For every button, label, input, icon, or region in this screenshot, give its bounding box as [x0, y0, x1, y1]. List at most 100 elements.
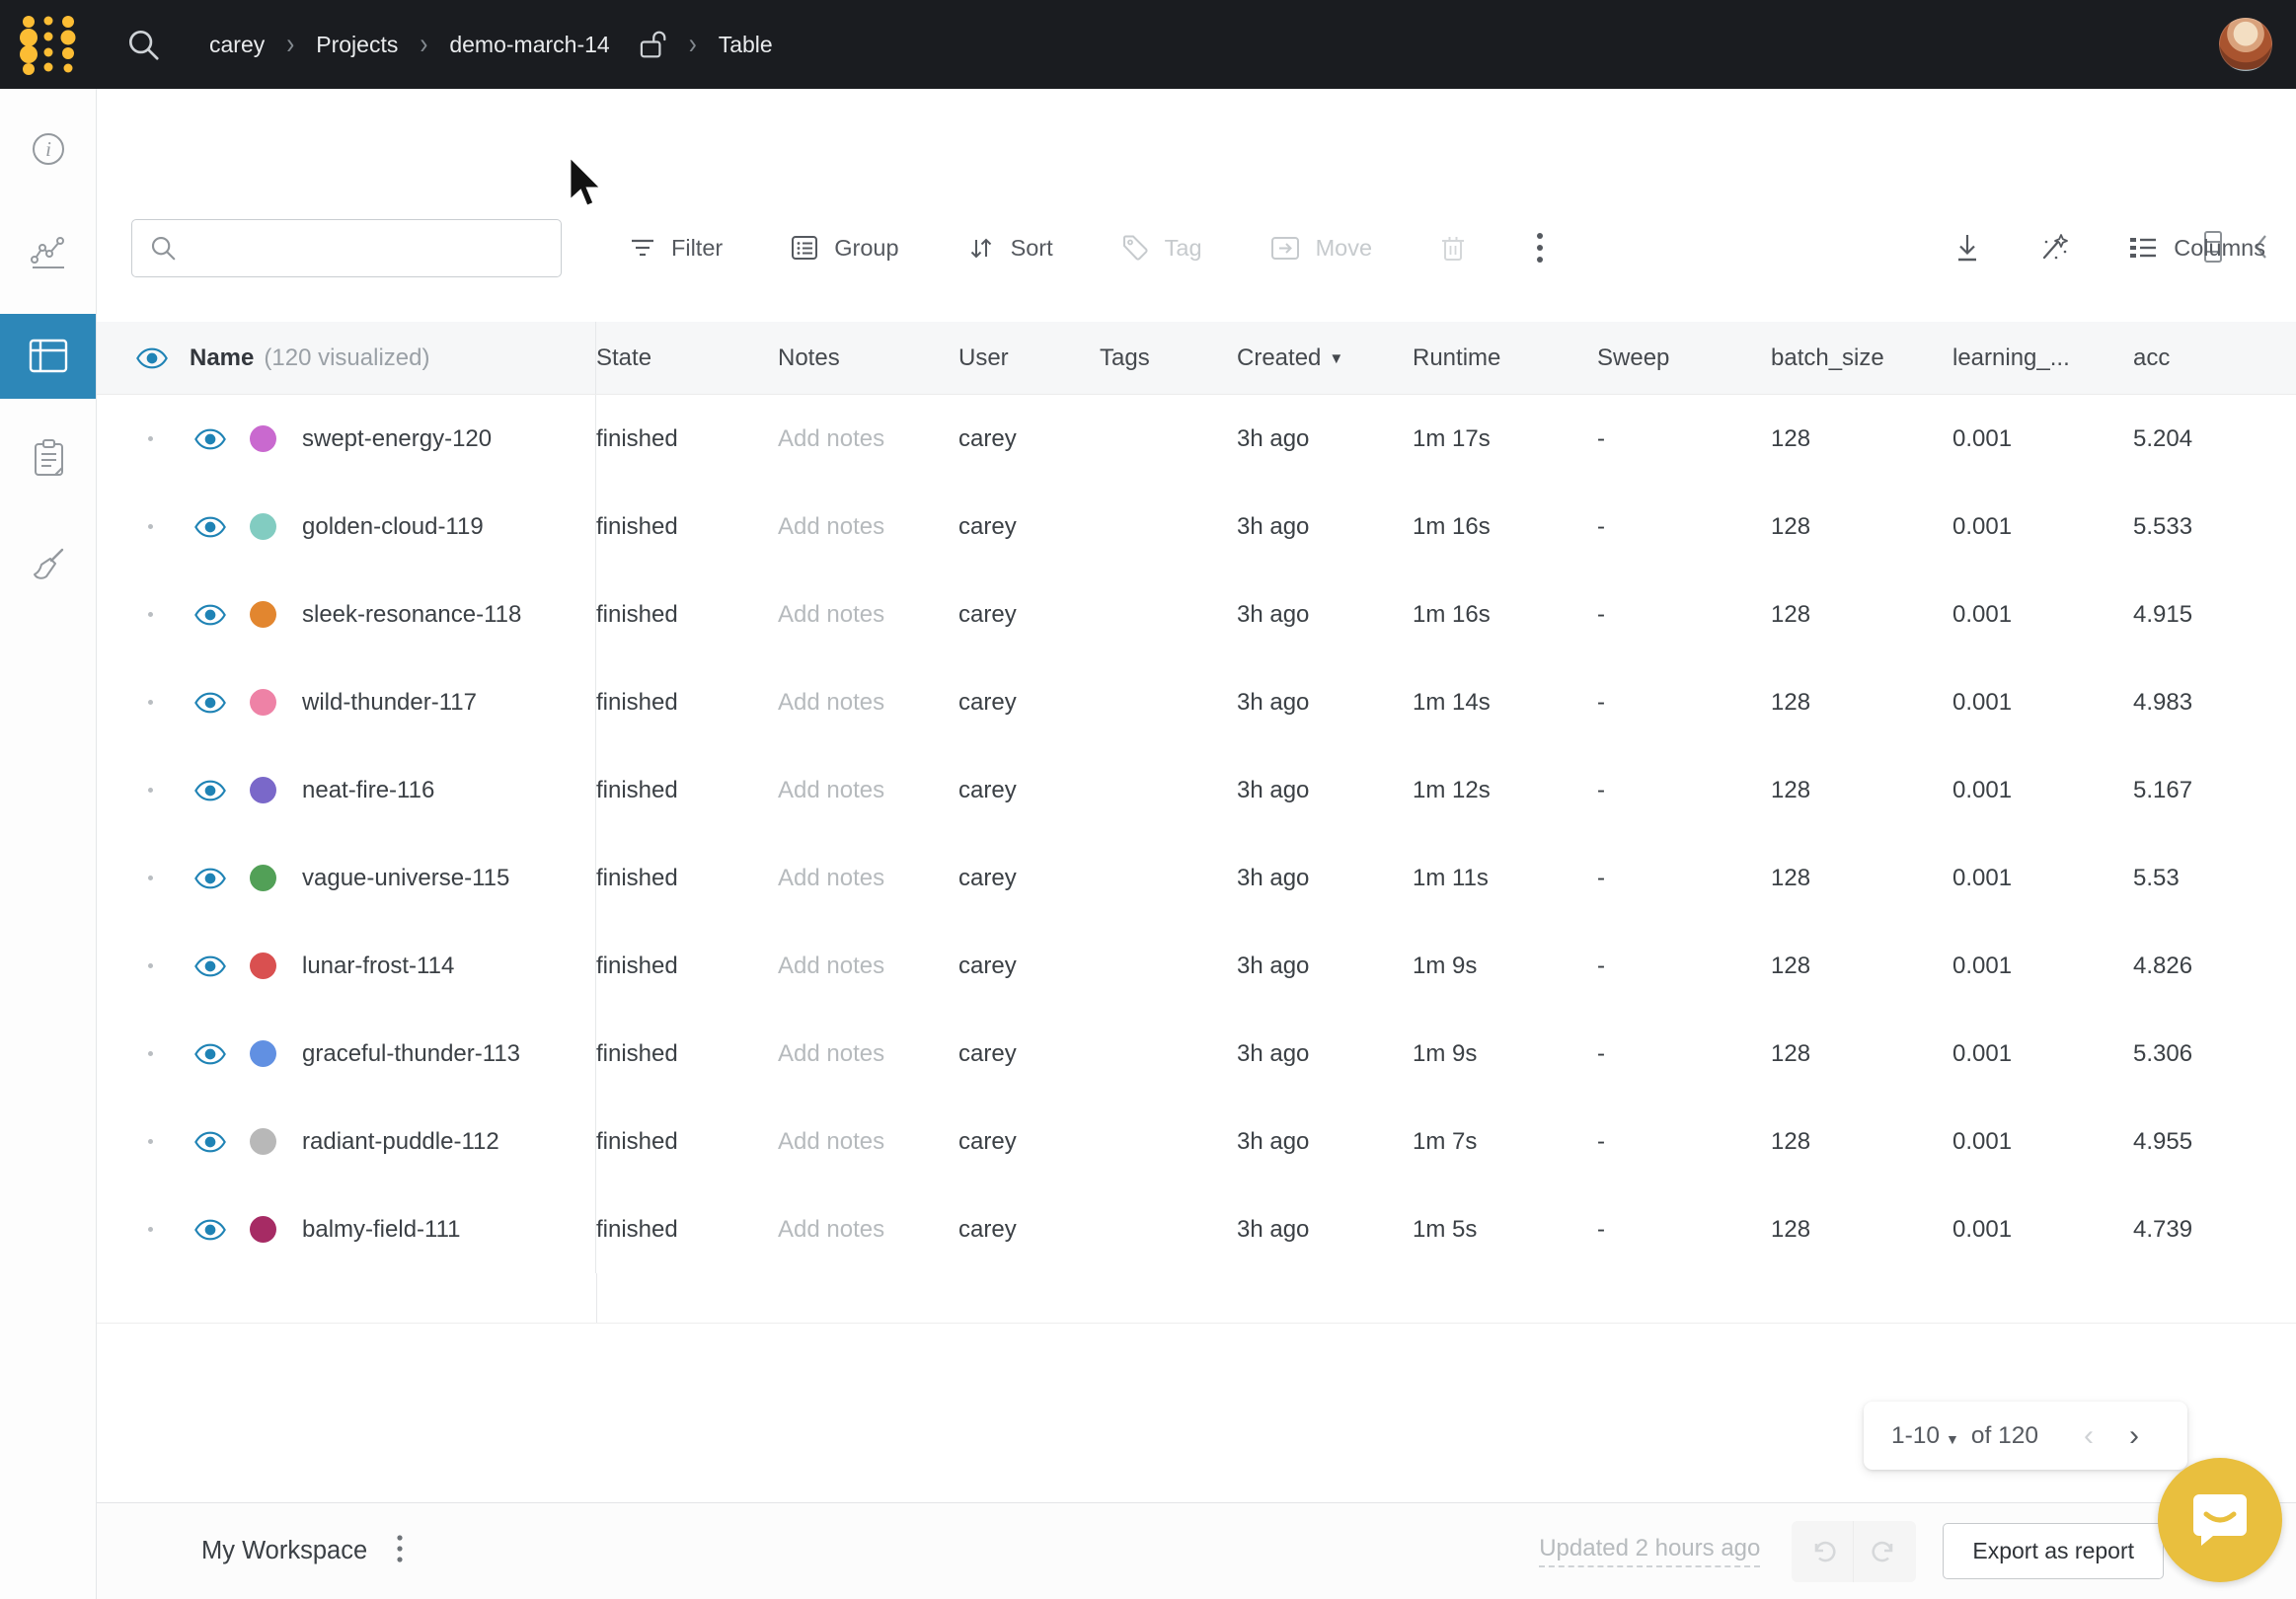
drag-handle-dot[interactable]: [148, 1051, 153, 1056]
run-color-dot[interactable]: [250, 1216, 276, 1243]
visibility-eye-icon[interactable]: [194, 955, 226, 977]
visibility-eye-icon[interactable]: [194, 780, 226, 801]
state-column-header[interactable]: State: [596, 344, 778, 372]
run-color-dot[interactable]: [250, 1040, 276, 1067]
run-name[interactable]: balmy-field-111: [302, 1216, 461, 1244]
run-add-notes[interactable]: Add notes: [778, 952, 958, 980]
run-color-dot[interactable]: [250, 513, 276, 540]
drag-handle-dot[interactable]: [148, 788, 153, 793]
global-search-button[interactable]: [124, 26, 162, 63]
table-row[interactable]: radiant-puddle-112 finished Add notes ca…: [97, 1098, 2296, 1185]
run-name[interactable]: sleek-resonance-118: [302, 601, 521, 629]
visibility-eye-icon[interactable]: [194, 604, 226, 626]
table-row[interactable]: vague-universe-115 finished Add notes ca…: [97, 834, 2296, 922]
run-add-notes[interactable]: Add notes: [778, 689, 958, 717]
table-row[interactable]: sleek-resonance-118 finished Add notes c…: [97, 571, 2296, 658]
run-color-dot[interactable]: [250, 952, 276, 979]
visibility-eye-icon[interactable]: [136, 347, 168, 369]
user-avatar[interactable]: [2219, 18, 2272, 71]
table-row[interactable]: golden-cloud-119 finished Add notes care…: [97, 483, 2296, 571]
table-row[interactable]: neat-fire-116 finished Add notes carey 3…: [97, 746, 2296, 834]
breadcrumb-project-name[interactable]: demo-march-14: [449, 32, 609, 58]
visibility-eye-icon[interactable]: [194, 1043, 226, 1065]
redo-button[interactable]: [1854, 1521, 1916, 1582]
sidebar-item-runs-table[interactable]: [0, 314, 96, 399]
workspace-title[interactable]: My Workspace: [201, 1537, 367, 1565]
export-as-report-button[interactable]: Export as report: [1943, 1523, 2164, 1579]
run-color-dot[interactable]: [250, 1128, 276, 1155]
columns-button[interactable]: Columns: [2127, 234, 2265, 262]
acc-column-header[interactable]: acc: [2133, 344, 2296, 372]
run-name[interactable]: swept-energy-120: [302, 425, 492, 453]
run-name[interactable]: golden-cloud-119: [302, 513, 484, 541]
run-color-dot[interactable]: [250, 425, 276, 452]
batch-size-column-header[interactable]: batch_size: [1771, 344, 1952, 372]
run-add-notes[interactable]: Add notes: [778, 513, 958, 541]
sidebar-item-workspace-charts[interactable]: [0, 230, 96, 275]
run-add-notes[interactable]: Add notes: [778, 1040, 958, 1068]
breadcrumb-entity[interactable]: carey: [209, 32, 265, 58]
drag-handle-dot[interactable]: [148, 524, 153, 529]
breadcrumb-projects[interactable]: Projects: [316, 32, 398, 58]
visibility-eye-icon[interactable]: [194, 868, 226, 889]
table-row[interactable]: swept-energy-120 finished Add notes care…: [97, 395, 2296, 483]
drag-handle-dot[interactable]: [148, 963, 153, 968]
run-user[interactable]: carey: [958, 1216, 1100, 1244]
run-add-notes[interactable]: Add notes: [778, 601, 958, 629]
drag-handle-dot[interactable]: [148, 876, 153, 880]
sidebar-item-overview[interactable]: i: [0, 126, 96, 172]
created-column-header[interactable]: Created▼: [1237, 344, 1413, 372]
run-user[interactable]: carey: [958, 777, 1100, 804]
group-button[interactable]: Group: [790, 234, 898, 262]
run-user[interactable]: carey: [958, 513, 1100, 541]
filter-button[interactable]: Filter: [629, 235, 723, 262]
run-add-notes[interactable]: Add notes: [778, 1216, 958, 1244]
run-user[interactable]: carey: [958, 865, 1100, 892]
table-row[interactable]: wild-thunder-117 finished Add notes care…: [97, 658, 2296, 746]
next-page-chevron-icon[interactable]: ›: [2129, 1419, 2139, 1453]
run-name[interactable]: graceful-thunder-113: [302, 1040, 520, 1068]
run-color-dot[interactable]: [250, 601, 276, 628]
run-color-dot[interactable]: [250, 865, 276, 891]
breadcrumb-page[interactable]: Table: [719, 32, 773, 58]
run-add-notes[interactable]: Add notes: [778, 1128, 958, 1156]
drag-handle-dot[interactable]: [148, 436, 153, 441]
drag-handle-dot[interactable]: [148, 700, 153, 705]
last-updated-label[interactable]: Updated 2 hours ago: [1539, 1535, 1760, 1567]
tags-column-header[interactable]: Tags: [1100, 344, 1237, 372]
visibility-eye-icon[interactable]: [194, 692, 226, 714]
run-add-notes[interactable]: Add notes: [778, 777, 958, 804]
wandb-logo[interactable]: [0, 0, 97, 89]
run-name[interactable]: radiant-puddle-112: [302, 1128, 499, 1156]
sweep-column-header[interactable]: Sweep: [1597, 344, 1771, 372]
visibility-eye-icon[interactable]: [194, 1219, 226, 1241]
tag-button[interactable]: Tag: [1120, 233, 1202, 263]
table-row[interactable]: lunar-frost-114 finished Add notes carey…: [97, 922, 2296, 1010]
visibility-eye-icon[interactable]: [194, 428, 226, 450]
run-add-notes[interactable]: Add notes: [778, 425, 958, 453]
undo-button[interactable]: [1792, 1521, 1854, 1582]
run-add-notes[interactable]: Add notes: [778, 865, 958, 892]
workspace-menu-button[interactable]: [395, 1533, 405, 1569]
sidebar-item-logs[interactable]: [0, 436, 96, 482]
name-column-header[interactable]: Name (120 visualized): [97, 322, 596, 394]
chat-support-button[interactable]: [2158, 1458, 2282, 1582]
run-name[interactable]: lunar-frost-114: [302, 952, 454, 980]
sidebar-item-sweeps[interactable]: [0, 543, 96, 588]
auto-columns-button[interactable]: [2036, 230, 2072, 266]
move-button[interactable]: Move: [1269, 233, 1372, 263]
previous-page-chevron-icon[interactable]: ‹: [2084, 1419, 2094, 1453]
run-color-dot[interactable]: [250, 689, 276, 716]
page-range-dropdown[interactable]: 1-10: [1891, 1422, 1940, 1450]
run-color-dot[interactable]: [250, 777, 276, 803]
runtime-column-header[interactable]: Runtime: [1413, 344, 1597, 372]
search-input[interactable]: [190, 220, 561, 276]
drag-handle-dot[interactable]: [148, 612, 153, 617]
drag-handle-dot[interactable]: [148, 1139, 153, 1144]
delete-button[interactable]: [1439, 232, 1467, 264]
notes-column-header[interactable]: Notes: [778, 344, 958, 372]
sort-button[interactable]: Sort: [966, 233, 1053, 263]
run-user[interactable]: carey: [958, 425, 1100, 453]
run-user[interactable]: carey: [958, 1040, 1100, 1068]
table-row[interactable]: balmy-field-111 finished Add notes carey…: [97, 1185, 2296, 1273]
